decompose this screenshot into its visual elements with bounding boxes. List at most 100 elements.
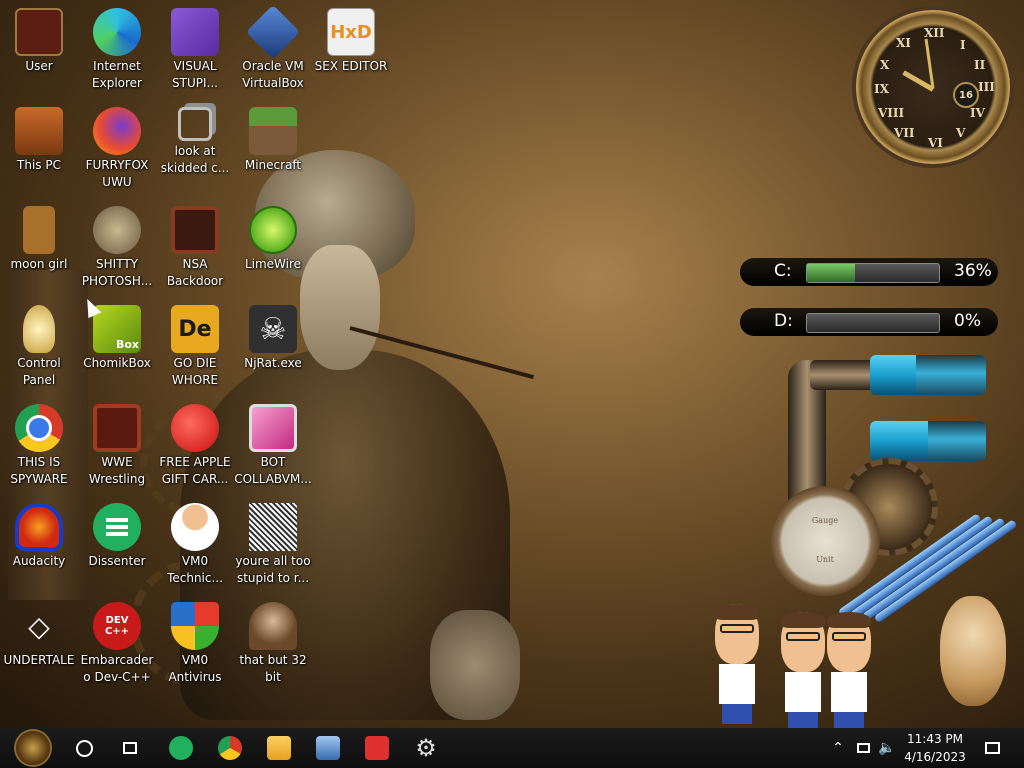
hank-hair xyxy=(781,612,825,628)
drive-usage-track xyxy=(806,263,940,283)
desktop-icon-vm0-technic[interactable]: VM0 Technic... xyxy=(156,497,234,587)
icon-label: This PC xyxy=(17,158,61,172)
desktop-icon-furryfox[interactable]: FURRYFOX UWU xyxy=(78,101,156,191)
volume-tray-button[interactable]: 🔈 xyxy=(876,728,898,768)
hank-figure[interactable] xyxy=(712,604,762,724)
taskbar-pin-file-explorer[interactable] xyxy=(262,728,296,768)
desktop-icon-devcpp[interactable]: DEV C++ Embarcadero Dev-C++ xyxy=(78,596,156,686)
task-view-icon xyxy=(123,742,137,754)
edge-icon xyxy=(93,8,141,56)
drive-percent: 0% xyxy=(954,311,981,331)
show-hidden-icons-button[interactable]: ⌃ xyxy=(828,728,848,768)
desktop-icon-spyware[interactable]: THIS IS SPYWARE xyxy=(0,398,78,488)
start-button[interactable] xyxy=(8,728,58,768)
clock-minute-hand xyxy=(924,38,935,89)
desktop-icon-dissenter[interactable]: Dissenter xyxy=(78,497,156,570)
level-tube xyxy=(870,355,986,395)
hank-jeans xyxy=(722,704,752,724)
level-tube xyxy=(870,421,986,461)
action-center-button[interactable] xyxy=(978,728,1006,768)
hamster-desktop-pet[interactable] xyxy=(940,596,1006,706)
clock-numeral: V xyxy=(956,126,966,140)
desktop-icon-minecraft[interactable]: Minecraft xyxy=(234,101,312,174)
hank-shirt xyxy=(719,664,755,704)
clock-numeral: X xyxy=(880,58,890,72)
taskbar-pin-settings[interactable]: ⚙ xyxy=(409,728,443,768)
hank-head xyxy=(827,612,871,672)
taskbar-pin-chrome[interactable] xyxy=(213,728,247,768)
hank-figure[interactable] xyxy=(778,612,828,728)
hank-glasses xyxy=(786,632,820,641)
wallpaper-hand xyxy=(430,610,520,720)
clock-numeral: XI xyxy=(896,36,911,50)
icon-label: Minecraft xyxy=(244,158,302,172)
wallpaper-figure-face xyxy=(300,245,380,370)
taskbar-pin-dissenter[interactable] xyxy=(164,728,198,768)
desktop-icon-go-die[interactable]: De GO DIE WHORE xyxy=(156,299,234,389)
desktop-icon-virtualbox[interactable]: Oracle VM VirtualBox xyxy=(234,2,312,92)
desktop-icon-sex-editor[interactable]: HxD SEX EDITOR xyxy=(312,2,390,75)
desktop[interactable]: User This PC moon girl Control Panel THI… xyxy=(0,0,1024,728)
hank-head xyxy=(781,612,825,672)
desktop-icon-stupid[interactable]: youre all too stupid to r... xyxy=(234,497,312,587)
icon-label: LimeWire xyxy=(244,257,302,271)
drive-letter: D: xyxy=(774,311,793,331)
icon-label: BOT COLLABVM... xyxy=(234,455,312,486)
icon-label: ChomikBox xyxy=(83,356,151,370)
desktop-icon-control-panel[interactable]: Control Panel xyxy=(0,299,78,389)
clock-numeral: IV xyxy=(970,106,985,120)
icon-label: FREE APPLE GIFT CAR... xyxy=(159,455,231,486)
icon-label: THIS IS SPYWARE xyxy=(10,455,68,486)
desktop-icon-bot-collabvm[interactable]: BOT COLLABVM... xyxy=(234,398,312,488)
visual-studio-icon xyxy=(171,8,219,56)
clock-numeral: III xyxy=(978,80,995,94)
icon-label: that but 32 bit xyxy=(239,653,307,684)
desktop-icon-limewire[interactable]: LimeWire xyxy=(234,200,312,273)
chevron-up-icon: ⌃ xyxy=(832,740,844,756)
desktop-icon-skidded[interactable]: look at skidded c... xyxy=(156,101,234,177)
icon-label: FURRYFOX UWU xyxy=(85,158,149,189)
desktop-icon-this-pc[interactable]: This PC xyxy=(0,101,78,174)
taskbar-pin-anydesk[interactable] xyxy=(360,728,394,768)
steampunk-start-orb-icon xyxy=(16,731,50,765)
clock-numeral: II xyxy=(974,58,986,72)
desktop-icon-32bit[interactable]: that but 32 bit xyxy=(234,596,312,686)
desktop-icon-moon-girl[interactable]: moon girl xyxy=(0,200,78,273)
lime-icon xyxy=(249,206,297,254)
book-icon xyxy=(23,206,55,254)
desktop-icon-internet-explorer[interactable]: Internet Explorer xyxy=(78,2,156,92)
user-folder-icon xyxy=(15,8,63,56)
taskbar-clock[interactable]: 11:43 PM 4/16/2023 xyxy=(900,728,970,768)
icon-label: WWE Wrestling xyxy=(88,455,146,486)
search-button[interactable] xyxy=(66,728,102,768)
desktop-icon-photoshop[interactable]: SHITTY PHOTOSH... xyxy=(78,200,156,290)
taskbar: ⚙ ⌃ 🔈 xyxy=(0,728,1024,768)
drive-percent: 36% xyxy=(954,261,992,281)
desktop-icon-njrat[interactable]: ☠ NjRat.exe xyxy=(234,299,312,372)
hank-figure[interactable] xyxy=(824,612,874,728)
network-computer-icon xyxy=(316,736,340,760)
task-view-button[interactable] xyxy=(112,728,148,768)
taskbar-pin-network-app[interactable] xyxy=(311,728,345,768)
notification-icon xyxy=(984,742,1000,754)
hank-jeans xyxy=(834,712,864,728)
desktop-icon-nsa-backdoor[interactable]: NSA Backdoor xyxy=(156,200,234,290)
dissenter-icon xyxy=(169,736,193,760)
desktop-icon-apple-gift[interactable]: FREE APPLE GIFT CAR... xyxy=(156,398,234,488)
desktop-icon-wwe[interactable]: WWE Wrestling xyxy=(78,398,156,488)
drive-letter: C: xyxy=(774,261,792,281)
taskbar-date: 4/16/2023 xyxy=(904,750,966,764)
desktop-icon-user[interactable]: User xyxy=(0,2,78,75)
desktop-icon-visual-studio[interactable]: VISUAL STUPI... xyxy=(156,2,234,92)
desktop-icon-undertale[interactable]: ◇ UNDERTALE xyxy=(0,596,78,669)
clock-widget[interactable]: XII I II III IV V VI VII VIII IX X XI xyxy=(856,10,1010,164)
desktop-icon-audacity[interactable]: Audacity xyxy=(0,497,78,570)
clock-numeral: IX xyxy=(874,82,889,96)
icon-label: User xyxy=(25,59,53,73)
clock-numeral: VII xyxy=(894,126,915,140)
portrait-painting-icon xyxy=(249,602,297,650)
hank-head xyxy=(715,604,759,664)
network-tray-button[interactable] xyxy=(852,728,874,768)
desktop-icon-vm0-antivirus[interactable]: VM0 Antivirus xyxy=(156,596,234,686)
icon-label: Internet Explorer xyxy=(92,59,142,90)
